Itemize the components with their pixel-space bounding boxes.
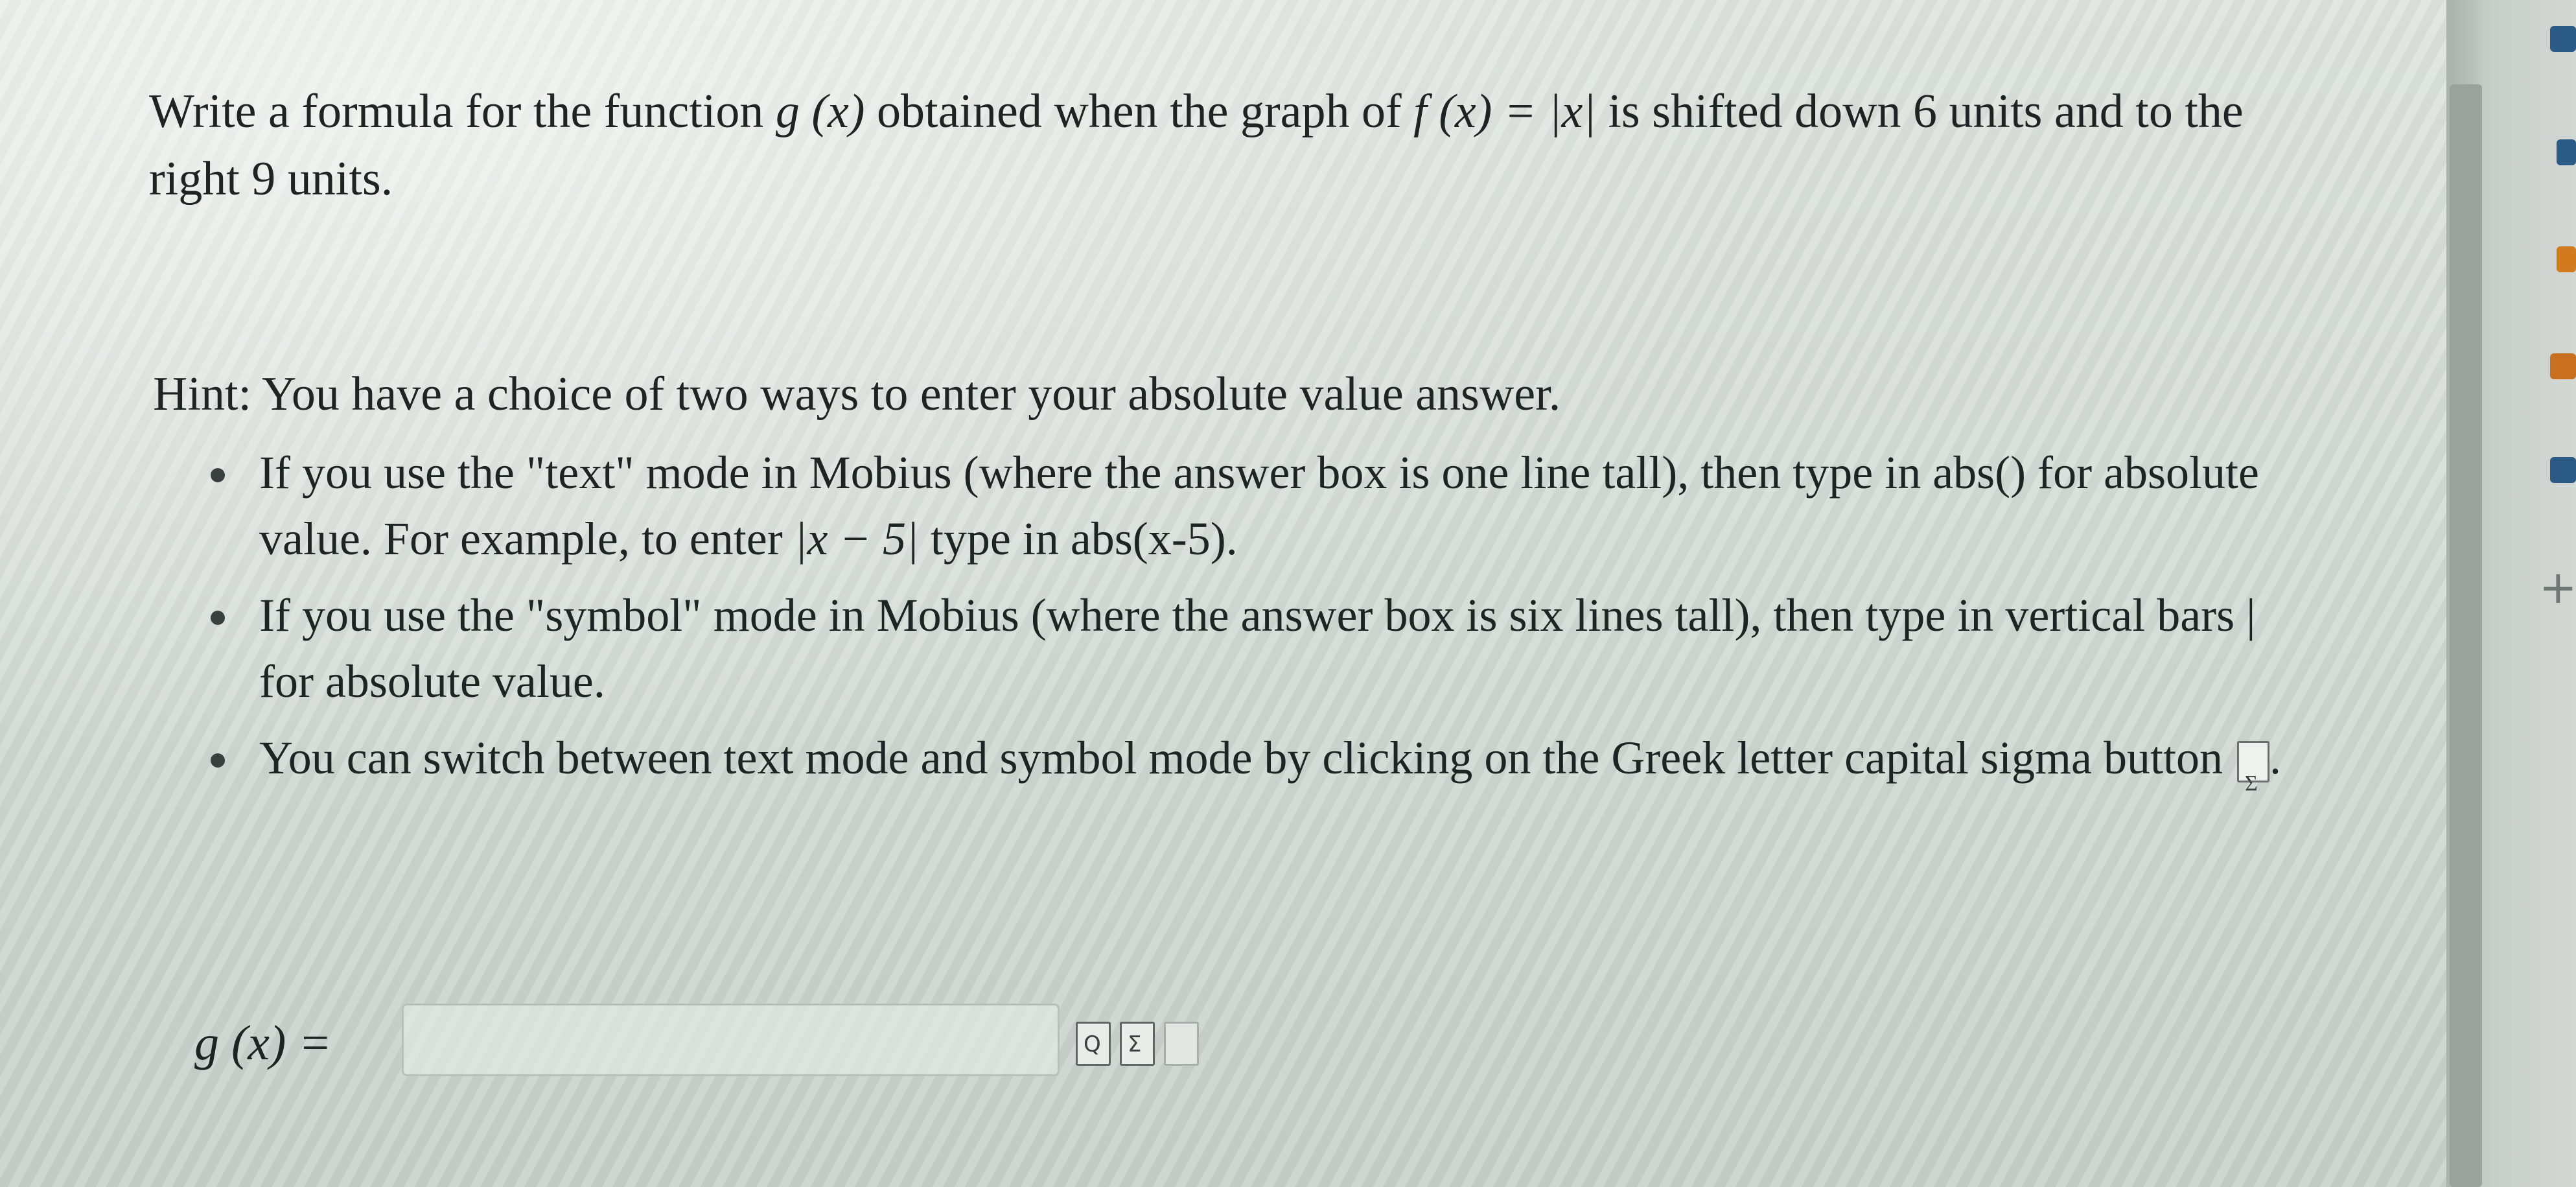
hint-bullet-1-part-1: If you use the "text" mode in Mobius (wh… bbox=[259, 447, 2260, 565]
bullet-dot bbox=[211, 753, 225, 768]
sigma-icon: Σ bbox=[2236, 741, 2269, 795]
question-part-2: obtained when the graph of bbox=[864, 85, 1414, 138]
question-part-1: Write a formula for the function bbox=[149, 85, 776, 138]
document-button[interactable] bbox=[1164, 1022, 1199, 1066]
browser-extension-icon[interactable] bbox=[2557, 246, 2576, 272]
hint-list: If you use the "text" mode in Mobius (wh… bbox=[149, 440, 2320, 795]
hint-bullet-3-part-2: . bbox=[2269, 732, 2281, 784]
math-g-of-x: g (x) bbox=[775, 85, 865, 138]
hint-bullet-2: If you use the "symbol" mode in Mobius (… bbox=[259, 589, 2256, 707]
sigma-mode-button[interactable]: Σ bbox=[1120, 1022, 1155, 1066]
hint-bullet-1-part-2: type in abs(x-5). bbox=[918, 513, 1238, 565]
math-abs-example: |x − 5| bbox=[794, 513, 919, 565]
hint-bullet-symbol-mode: If you use the "symbol" mode in Mobius (… bbox=[149, 582, 2320, 714]
hint-bullet-switch-mode: You can switch between text mode and sym… bbox=[149, 725, 2320, 795]
add-icon[interactable]: + bbox=[2539, 561, 2576, 614]
browser-extension-icon[interactable] bbox=[2550, 26, 2576, 52]
answer-label: g (x) = bbox=[194, 1016, 332, 1070]
bullet-dot bbox=[211, 468, 225, 482]
browser-extension-icon[interactable] bbox=[2557, 139, 2576, 165]
browser-extension-icon[interactable] bbox=[2550, 353, 2576, 379]
browser-extension-icon[interactable] bbox=[2550, 457, 2576, 483]
answer-row: g (x) = Q Σ bbox=[194, 1004, 1199, 1081]
hint-bullet-text-mode: If you use the "text" mode in Mobius (wh… bbox=[149, 440, 2320, 572]
page-scrollbar[interactable] bbox=[2450, 84, 2482, 1187]
preview-button[interactable]: Q bbox=[1076, 1022, 1111, 1066]
sigma-icon: Σ bbox=[1128, 1031, 1142, 1057]
preview-icon: Q bbox=[1084, 1031, 1101, 1057]
hint-intro: Hint: You have a choice of two ways to e… bbox=[153, 368, 1561, 421]
math-f-of-x: f (x) = |x| bbox=[1413, 85, 1596, 138]
sigma-glyph: Σ bbox=[2244, 771, 2258, 795]
question-text: Write a formula for the function g (x) o… bbox=[149, 78, 2320, 213]
answer-input[interactable] bbox=[402, 1004, 1060, 1076]
hint-bullet-3-part-1: You can switch between text mode and sym… bbox=[259, 732, 2223, 784]
question-content: Write a formula for the function g (x) o… bbox=[149, 78, 2320, 801]
bullet-dot bbox=[211, 611, 225, 625]
